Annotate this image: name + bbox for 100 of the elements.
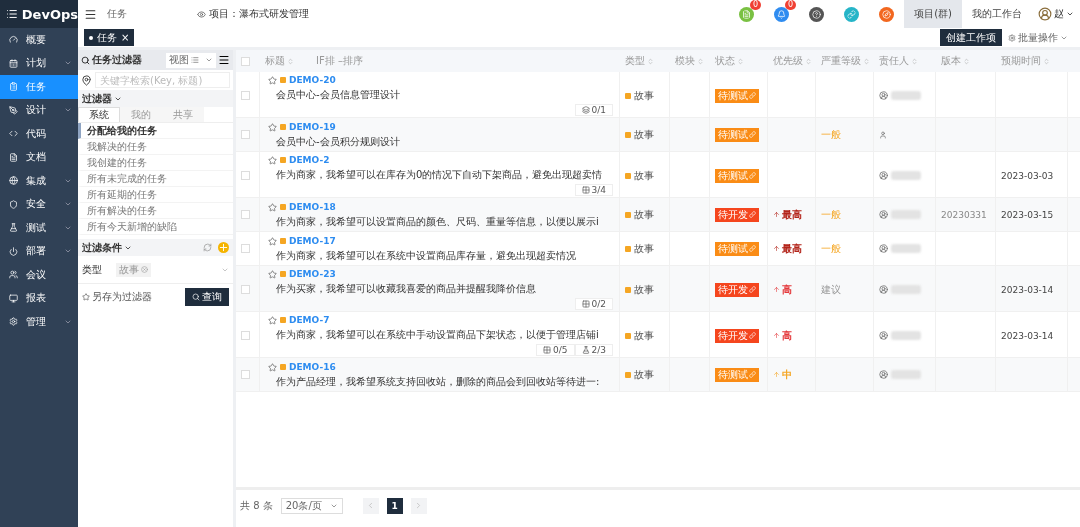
checkbox[interactable]: [241, 331, 250, 340]
issue-key[interactable]: DEMO-2: [289, 155, 330, 165]
sort-icon[interactable]: [963, 57, 970, 65]
create-button[interactable]: 创建工作项: [940, 29, 1002, 46]
checkbox[interactable]: [241, 130, 250, 139]
save-filter-link[interactable]: 另存为过滤器: [82, 290, 152, 304]
clear-icon[interactable]: [141, 266, 148, 273]
checkbox[interactable]: [241, 56, 250, 66]
sort-icon[interactable]: [287, 57, 294, 65]
table-row[interactable]: DEMO-17 作为商家，我希望可以在系统中设置商品库存量，避免出现超卖情况 故事 待测试 最高 一般: [236, 232, 1080, 266]
sidebar-item[interactable]: 部署: [0, 239, 78, 263]
sort-icon[interactable]: [1043, 57, 1050, 65]
sort-icon[interactable]: [697, 57, 704, 65]
star-icon[interactable]: [268, 155, 277, 165]
add-icon[interactable]: [218, 242, 229, 253]
star-icon[interactable]: [268, 122, 277, 132]
sort-icon[interactable]: [647, 57, 654, 65]
filter-item[interactable]: 所有延期的任务: [78, 187, 233, 203]
filter-item[interactable]: 分配给我的任务: [78, 123, 233, 139]
issue-key[interactable]: DEMO-7: [289, 315, 330, 325]
checkbox[interactable]: [241, 210, 250, 219]
refresh-icon[interactable]: [203, 243, 212, 252]
view-select[interactable]: 视图: [166, 52, 216, 68]
table-row[interactable]: DEMO-7 作为商家，我希望可以在系统中手动设置商品下架状态，以便于管理店铺i 0/5 2/3 故事 待开发 高 2023-03-14: [236, 312, 1080, 358]
checkbox[interactable]: [241, 91, 250, 100]
table-row[interactable]: DEMO-23 作为买家，我希望可以收藏我喜爱的商品并提醒我降价信息 0/2 故事 待开发 高 建议 2023-03-14: [236, 266, 1080, 312]
table-row[interactable]: DEMO-2 作为商家，我希望可以在库存为0的情况下自动下架商品，避免出现超卖情 3/4 故事 待测试 2023-03-03: [236, 152, 1080, 198]
sidebar-item[interactable]: 安全: [0, 192, 78, 216]
menu-icon[interactable]: [84, 7, 97, 21]
checkbox[interactable]: [241, 285, 250, 294]
sidebar-item[interactable]: 报表: [0, 286, 78, 310]
issue-key[interactable]: DEMO-17: [289, 236, 336, 246]
table-row[interactable]: DEMO-16 作为产品经理，我希望系统支持回收站，删除的商品会到回收站等待进一: 故事 待测试 中: [236, 358, 1080, 392]
sidebar-item[interactable]: 计划: [0, 51, 78, 75]
checkbox[interactable]: [241, 171, 250, 180]
sidebar-item[interactable]: 集成: [0, 169, 78, 193]
filter-item[interactable]: 我创建的任务: [78, 155, 233, 171]
star-icon[interactable]: [268, 269, 277, 279]
table-row[interactable]: DEMO-18 作为商家，我希望可以设置商品的颜色、尺码、重量等信息，以便以展示i 故事 待开发 最高 一般 20230331 2023-03-15: [236, 198, 1080, 232]
caret-icon[interactable]: [1066, 10, 1074, 18]
sidebar-item[interactable]: 会议: [0, 263, 78, 287]
prev-page-button[interactable]: [362, 497, 379, 514]
star-icon[interactable]: [268, 315, 277, 325]
sidebar-item[interactable]: 文档: [0, 145, 78, 169]
progress-badge[interactable]: 0/5: [536, 344, 575, 356]
sort-icon[interactable]: [863, 57, 870, 65]
issue-key[interactable]: DEMO-23: [289, 269, 336, 279]
progress-badge[interactable]: 2/3: [574, 344, 613, 356]
status-tag[interactable]: 待开发: [715, 282, 759, 297]
page-size-select[interactable]: 20条/页: [280, 497, 343, 514]
sidebar-item[interactable]: 代码: [0, 122, 78, 146]
query-button[interactable]: 查询: [185, 288, 229, 306]
issue-key[interactable]: DEMO-19: [289, 122, 336, 132]
sidebar-item[interactable]: 测试: [0, 216, 78, 240]
sort-icon[interactable]: [737, 57, 744, 65]
issue-title: 作为产品经理，我希望系统支持回收站，删除的商品会到回收站等待进一:: [275, 376, 601, 387]
search-field[interactable]: 关键字检索(Key, 标题): [95, 72, 230, 88]
filter-item[interactable]: 所有解决的任务: [78, 203, 233, 219]
issue-key[interactable]: DEMO-18: [289, 202, 336, 212]
page-button[interactable]: 1: [386, 497, 403, 514]
link-icon: [749, 172, 756, 179]
issue-type: 故事: [625, 241, 654, 256]
status-tag[interactable]: 待开发: [715, 328, 759, 343]
checkbox[interactable]: [241, 244, 250, 253]
compass-icon[interactable]: [879, 6, 895, 22]
issue-key[interactable]: DEMO-20: [289, 75, 336, 85]
star-icon[interactable]: [268, 236, 277, 246]
sort-icon[interactable]: [911, 57, 918, 65]
table-row[interactable]: DEMO-20 会员中心-会员信息管理设计 0/1 故事 待测试: [236, 72, 1080, 118]
checkbox[interactable]: [241, 370, 250, 379]
filter-item[interactable]: 我解决的任务: [78, 139, 233, 155]
link-icon[interactable]: [844, 6, 860, 22]
open-tab[interactable]: 任务 ×: [84, 29, 135, 46]
progress-badge[interactable]: 0/1: [574, 104, 613, 116]
menu-icon[interactable]: [218, 54, 230, 66]
sidebar-item[interactable]: 概要: [0, 28, 78, 52]
document-icon[interactable]: [739, 6, 755, 22]
status-tag[interactable]: 待开发: [715, 207, 759, 222]
filter-tab[interactable]: 系统: [78, 107, 120, 122]
progress-badge[interactable]: 3/4: [574, 184, 613, 196]
table-row[interactable]: DEMO-19 会员中心-会员积分规则设计 故事 待测试 一般: [236, 118, 1080, 152]
calendar-icon: [9, 58, 18, 68]
bell-icon[interactable]: [774, 6, 790, 22]
nav-tab[interactable]: 我的工作台: [962, 0, 1032, 28]
star-icon[interactable]: [268, 202, 277, 212]
sidebar-item[interactable]: 管理: [0, 310, 78, 334]
sort-icon[interactable]: [805, 57, 812, 65]
progress-badge[interactable]: 0/2: [574, 298, 613, 310]
nav-tab[interactable]: 项目(群): [904, 0, 962, 28]
next-page-button[interactable]: [410, 497, 427, 514]
close-icon[interactable]: ×: [121, 32, 130, 43]
star-icon[interactable]: [268, 75, 277, 85]
filter-item[interactable]: 所有今天新增的缺陷: [78, 219, 233, 235]
filter-item[interactable]: 所有未完成的任务: [78, 171, 233, 187]
issue-key[interactable]: DEMO-16: [289, 362, 336, 372]
star-icon[interactable]: [268, 362, 277, 372]
help-icon[interactable]: [809, 6, 825, 22]
issue-title: 作为买家，我希望可以收藏我喜爱的商品并提醒我降价信息: [275, 283, 537, 294]
user-name[interactable]: 赵: [1054, 7, 1064, 21]
sidebar-item[interactable]: 设计: [0, 98, 78, 122]
